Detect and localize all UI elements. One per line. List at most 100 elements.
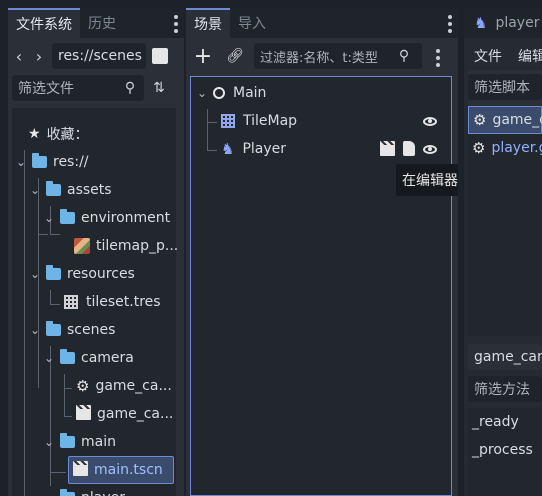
visibility-icon[interactable] [423, 116, 437, 126]
chevron-down-icon[interactable]: ⌄ [14, 155, 28, 169]
sort-icon[interactable]: ⇅ [150, 80, 168, 96]
list-item[interactable]: ⌄ assets [28, 176, 112, 204]
list-item-label: 收藏： [46, 127, 89, 143]
folder-icon [46, 321, 61, 336]
list-item[interactable]: _ready [472, 408, 519, 436]
list-item-label: scenes [67, 322, 116, 338]
image-icon [74, 238, 90, 254]
scene-icon [76, 405, 91, 420]
gear-icon: ⚙ [472, 139, 486, 157]
list-item[interactable]: ⌄ main [42, 428, 116, 456]
chevron-down-icon[interactable]: ⌄ [42, 351, 56, 365]
filter-methods-input[interactable]: 筛选方法 [468, 376, 542, 402]
list-item[interactable]: ⚙ game_c [468, 106, 542, 134]
scene-tree: ⌄ Main TileMap ♞ Player [190, 76, 452, 496]
tilemap-icon [221, 114, 235, 128]
list-item-label: tileset.tres [86, 294, 161, 310]
search-icon: ⚲ [398, 48, 410, 64]
list-item[interactable]: _process [472, 436, 533, 464]
script-panel: ♞ player 文件 编辑 筛选脚本 ⚙ game_c ⚙ player.g … [464, 8, 542, 496]
node2d-icon [213, 87, 225, 99]
gear-icon: ⚙ [473, 111, 487, 129]
scene-menu-icon[interactable] [448, 15, 452, 33]
tab-scene[interactable]: 场景 [186, 8, 230, 38]
list-item-label: player.g [491, 140, 542, 156]
list-item-label: resources [67, 266, 135, 282]
add-node-icon[interactable]: + [194, 44, 212, 69]
filesystem-tabbar: 文件系统 历史 [8, 8, 184, 38]
list-item-label: player [81, 490, 125, 496]
folder-icon [60, 433, 75, 448]
method-list: _ready _process [468, 408, 542, 496]
folder-icon [60, 349, 75, 364]
filesystem-menu-icon[interactable] [174, 15, 178, 33]
chevron-down-icon[interactable]: ⌄ [28, 267, 42, 281]
list-item-label: main [81, 434, 116, 450]
tooltip: 在编辑器中打开 [396, 164, 458, 196]
gear-icon: ⚙ [76, 377, 90, 395]
character-icon: ♞ [221, 140, 235, 158]
list-item[interactable]: game_ca... [76, 400, 173, 428]
scene-node-main[interactable]: ⌄ Main [195, 79, 266, 107]
list-item[interactable]: ⌄ environment [42, 204, 170, 232]
character-icon: ♞ [474, 14, 488, 32]
list-item-label: game_ca... [97, 406, 174, 422]
list-item[interactable]: ⌄ player [42, 484, 125, 496]
scene-icon [73, 461, 88, 476]
list-item[interactable]: ⌄ res:// [14, 148, 89, 176]
list-item[interactable]: ⚙ game_ca... [76, 372, 172, 400]
list-item[interactable]: main.tscn [68, 456, 174, 484]
file-tree: ★ 收藏： ⌄ res:// ⌄ assets ⌄ environment ti… [12, 108, 178, 496]
node-label: Player [242, 141, 287, 157]
path-field[interactable]: res://scenes [52, 43, 146, 69]
scene-node-tilemap[interactable]: TileMap [221, 107, 449, 135]
forward-icon[interactable]: › [32, 46, 46, 66]
list-item[interactable]: ⌄ resources [28, 260, 135, 288]
script-menu-edit[interactable]: 编辑 [518, 46, 542, 66]
folder-icon [32, 153, 47, 168]
chevron-down-icon[interactable]: ⌄ [42, 491, 56, 496]
node-label: TileMap [243, 113, 298, 129]
list-item[interactable]: tileset.tres [64, 288, 161, 316]
script-menu-file[interactable]: 文件 [474, 46, 502, 66]
tab-import[interactable]: 导入 [230, 8, 274, 38]
chevron-down-icon[interactable]: ⌄ [42, 435, 56, 449]
star-icon: ★ [28, 126, 41, 142]
list-item-label: camera [81, 350, 134, 366]
script-title: player [495, 15, 540, 31]
tab-history[interactable]: 历史 [80, 8, 124, 38]
script-list: ⚙ game_c ⚙ player.g [468, 106, 542, 336]
chevron-down-icon[interactable]: ⌄ [28, 323, 42, 337]
list-item[interactable]: ★ 收藏： [28, 120, 89, 148]
open-scene-icon[interactable] [380, 141, 395, 156]
list-item[interactable]: ⌄ scenes [28, 316, 115, 344]
visibility-icon[interactable] [423, 144, 437, 154]
list-item[interactable]: ⚙ player.g [468, 134, 542, 162]
scene-options-icon[interactable] [436, 49, 440, 67]
list-item[interactable]: ⌄ camera [42, 344, 134, 372]
list-item[interactable]: tilemap_p... [74, 232, 178, 260]
toggle-split-icon[interactable] [152, 48, 168, 64]
tab-filesystem[interactable]: 文件系统 [8, 8, 80, 38]
link-icon[interactable]: 🔗︎ [226, 46, 244, 66]
list-item-label: game_c [492, 112, 542, 128]
list-item-label: game_ca... [95, 378, 172, 394]
list-item-label: tilemap_p... [96, 238, 179, 254]
search-icon: ⚲ [124, 80, 136, 96]
scene-node-player[interactable]: ♞ Player [221, 135, 449, 163]
chevron-down-icon[interactable]: ⌄ [42, 211, 56, 225]
list-item-label: environment [81, 210, 171, 226]
filesystem-panel: 文件系统 历史 ‹ › res://scenes 筛选文件 ⚲ ⇅ ★ 收藏： … [8, 8, 184, 496]
script-icon[interactable] [403, 141, 415, 156]
folder-icon [46, 265, 61, 280]
list-item-label: res:// [53, 154, 89, 170]
chevron-down-icon[interactable]: ⌄ [195, 86, 209, 100]
current-script-label: game_cam [468, 344, 542, 370]
back-icon[interactable]: ‹ [12, 46, 26, 66]
scene-panel: 场景 导入 + 🔗︎ 过滤器:名称、t:类型 ⚲ ⌄ Main TileMap … [186, 8, 458, 496]
chevron-down-icon[interactable]: ⌄ [28, 183, 42, 197]
filter-scripts-input[interactable]: 筛选脚本 [468, 74, 542, 100]
tileset-icon [64, 295, 78, 309]
list-item-label: main.tscn [94, 462, 163, 478]
script-title-bar: ♞ player [464, 8, 542, 38]
